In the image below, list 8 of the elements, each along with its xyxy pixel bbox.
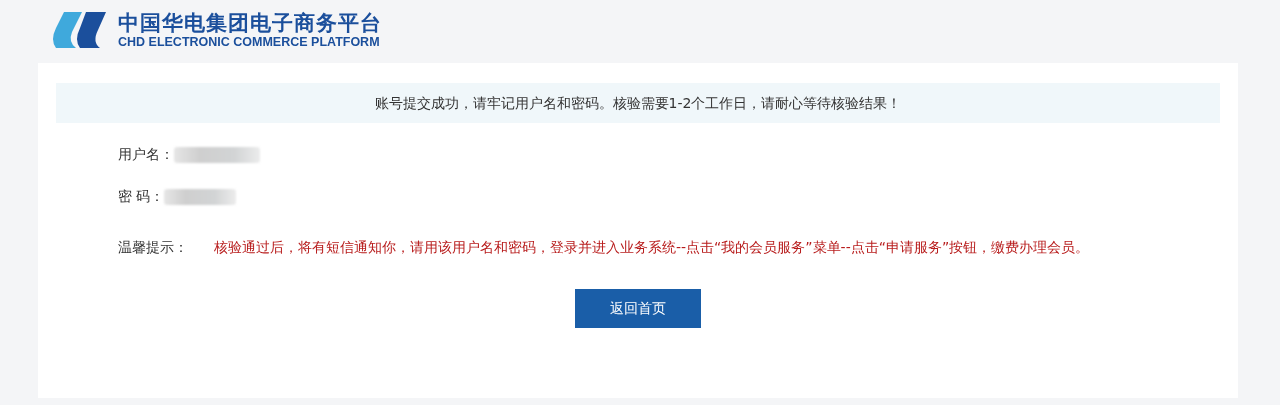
home-button[interactable]: 返回首页 [575, 289, 701, 328]
logo-subtitle: CHD ELECTRONIC COMMERCE PLATFORM [118, 35, 381, 49]
field-label: 密 码： [118, 188, 165, 206]
logo-title: 中国华电集团电子商务平台 [118, 11, 382, 35]
success-notice: 账号提交成功，请牢记用户名和密码。核验需要1-2个工作日，请耐心等待核验结果！ [56, 83, 1220, 123]
tip-text: 核验通过后，将有短信通知你，请用该用户名和密码，登录并进入业务系统--点击“我的会员服务”菜单--点击“申请服务”按钮，缴费办理会员。 [214, 239, 1090, 255]
tip-label: 温馨提示： [118, 239, 188, 255]
field-label: 用户名： [118, 146, 174, 164]
